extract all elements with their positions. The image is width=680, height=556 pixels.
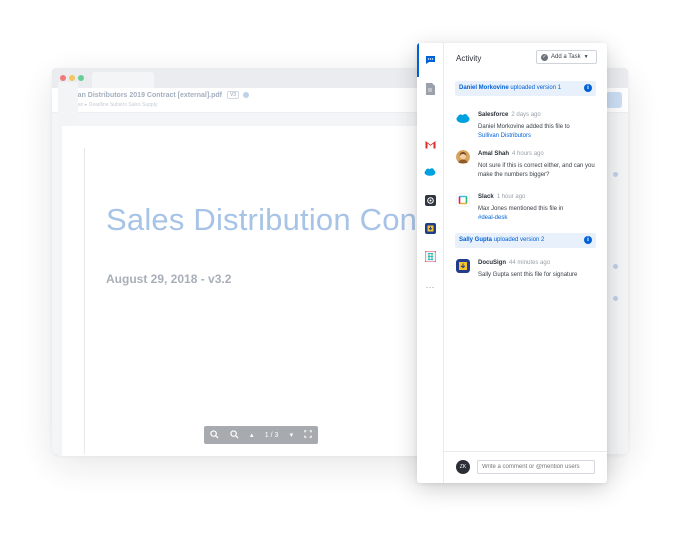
folder-link[interactable]: Sullivan Distributors bbox=[478, 133, 531, 139]
version-action: uploaded version 2 bbox=[493, 237, 545, 243]
activity-sidebar: ··· Activity ✓ Add a Task ▼ Daniel Morko… bbox=[417, 43, 607, 483]
browser-tab[interactable] bbox=[92, 72, 154, 88]
rail-active-indicator bbox=[417, 43, 419, 77]
user-avatar[interactable] bbox=[456, 150, 470, 164]
feed-author: DocuSign bbox=[478, 260, 506, 266]
zoom-in-icon[interactable] bbox=[209, 429, 219, 441]
add-task-button[interactable]: ✓ Add a Task ▼ bbox=[536, 50, 597, 64]
feed-timestamp: 44 minutes ago bbox=[509, 260, 551, 266]
page-margin-line bbox=[84, 148, 85, 454]
docusign-icon bbox=[456, 259, 470, 273]
feed-author: Salesforce bbox=[478, 112, 509, 118]
activity-feed-panel: Activity ✓ Add a Task ▼ Daniel Morkovine… bbox=[444, 43, 607, 483]
channel-link[interactable]: #deal-desk bbox=[478, 215, 507, 221]
file-details-icon[interactable] bbox=[424, 83, 436, 95]
feed-timestamp: 2 days ago bbox=[511, 112, 541, 118]
version-uploader: Sally Gupta bbox=[459, 237, 493, 243]
zoom-toolbar: ▴ 1 / 3 ▾ bbox=[204, 426, 318, 444]
info-icon[interactable]: i bbox=[584, 236, 592, 244]
version-action: uploaded version 1 bbox=[510, 85, 562, 91]
feed-author: Slack bbox=[478, 194, 494, 200]
open-button[interactable] bbox=[606, 92, 622, 108]
check-circle-icon: ✓ bbox=[541, 53, 548, 61]
sidebar-rail: ··· bbox=[417, 43, 444, 483]
more-options-icon[interactable]: ··· bbox=[424, 281, 436, 293]
version-uploader: Daniel Morkovine bbox=[459, 85, 509, 91]
version-badge[interactable]: V3 bbox=[226, 91, 240, 99]
activity-header: Activity ✓ Add a Task ▼ bbox=[444, 43, 607, 73]
page-indicator: 1 / 3 bbox=[264, 431, 279, 439]
slack-icon[interactable] bbox=[424, 250, 436, 262]
document-filename: Sullivan Distributors 2019 Contract [ext… bbox=[59, 91, 250, 99]
current-user-avatar[interactable]: ZK bbox=[456, 460, 470, 474]
document-sidebar-strip bbox=[608, 112, 628, 454]
feed-author: Amal Shah bbox=[478, 151, 510, 157]
maximize-window-dot[interactable] bbox=[78, 75, 84, 81]
strip-indicator bbox=[613, 264, 618, 269]
contract-date-version: August 29, 2018 - v3.2 bbox=[106, 272, 232, 286]
docusign-icon[interactable] bbox=[424, 222, 436, 234]
slack-icon bbox=[456, 193, 470, 207]
activity-chat-icon[interactable] bbox=[424, 54, 436, 66]
salesforce-icon bbox=[456, 111, 470, 125]
fullscreen-icon[interactable] bbox=[304, 430, 313, 440]
close-window-dot[interactable] bbox=[60, 75, 66, 81]
chevron-down-icon: ▼ bbox=[583, 54, 589, 60]
minimize-window-dot[interactable] bbox=[69, 75, 75, 81]
next-page-icon[interactable]: ▾ bbox=[290, 431, 294, 439]
activity-title: Activity bbox=[456, 54, 482, 63]
strip-indicator bbox=[613, 296, 618, 301]
previous-page-icon[interactable]: ▴ bbox=[250, 431, 254, 439]
mention-app-icon[interactable] bbox=[424, 194, 436, 206]
feed-text: Max Jones mentioned this file in #deal-d… bbox=[478, 206, 564, 221]
feed-text: Daniel Morkovine added this file to Sull… bbox=[478, 124, 570, 139]
feed-timestamp: 4 hours ago bbox=[512, 151, 544, 157]
version-banner[interactable]: Sally Gupta uploaded version 2 i bbox=[455, 233, 596, 248]
salesforce-icon[interactable] bbox=[424, 166, 436, 178]
share-icon[interactable] bbox=[243, 92, 250, 98]
info-icon[interactable]: i bbox=[584, 84, 592, 92]
gmail-icon[interactable] bbox=[424, 138, 436, 150]
feed-comment-text: Not sure if this is correct either, and … bbox=[478, 163, 595, 178]
zoom-out-icon[interactable] bbox=[230, 429, 239, 441]
strip-indicator bbox=[613, 172, 618, 177]
comment-input[interactable] bbox=[477, 460, 595, 474]
feed-text: Sally Gupta sent this file for signature bbox=[478, 272, 578, 278]
document-page bbox=[62, 126, 417, 456]
feed-timestamp: 1 hour ago bbox=[496, 194, 526, 200]
version-banner[interactable]: Daniel Morkovine uploaded version 1 i bbox=[455, 81, 596, 96]
comment-footer: ZK bbox=[444, 451, 607, 483]
